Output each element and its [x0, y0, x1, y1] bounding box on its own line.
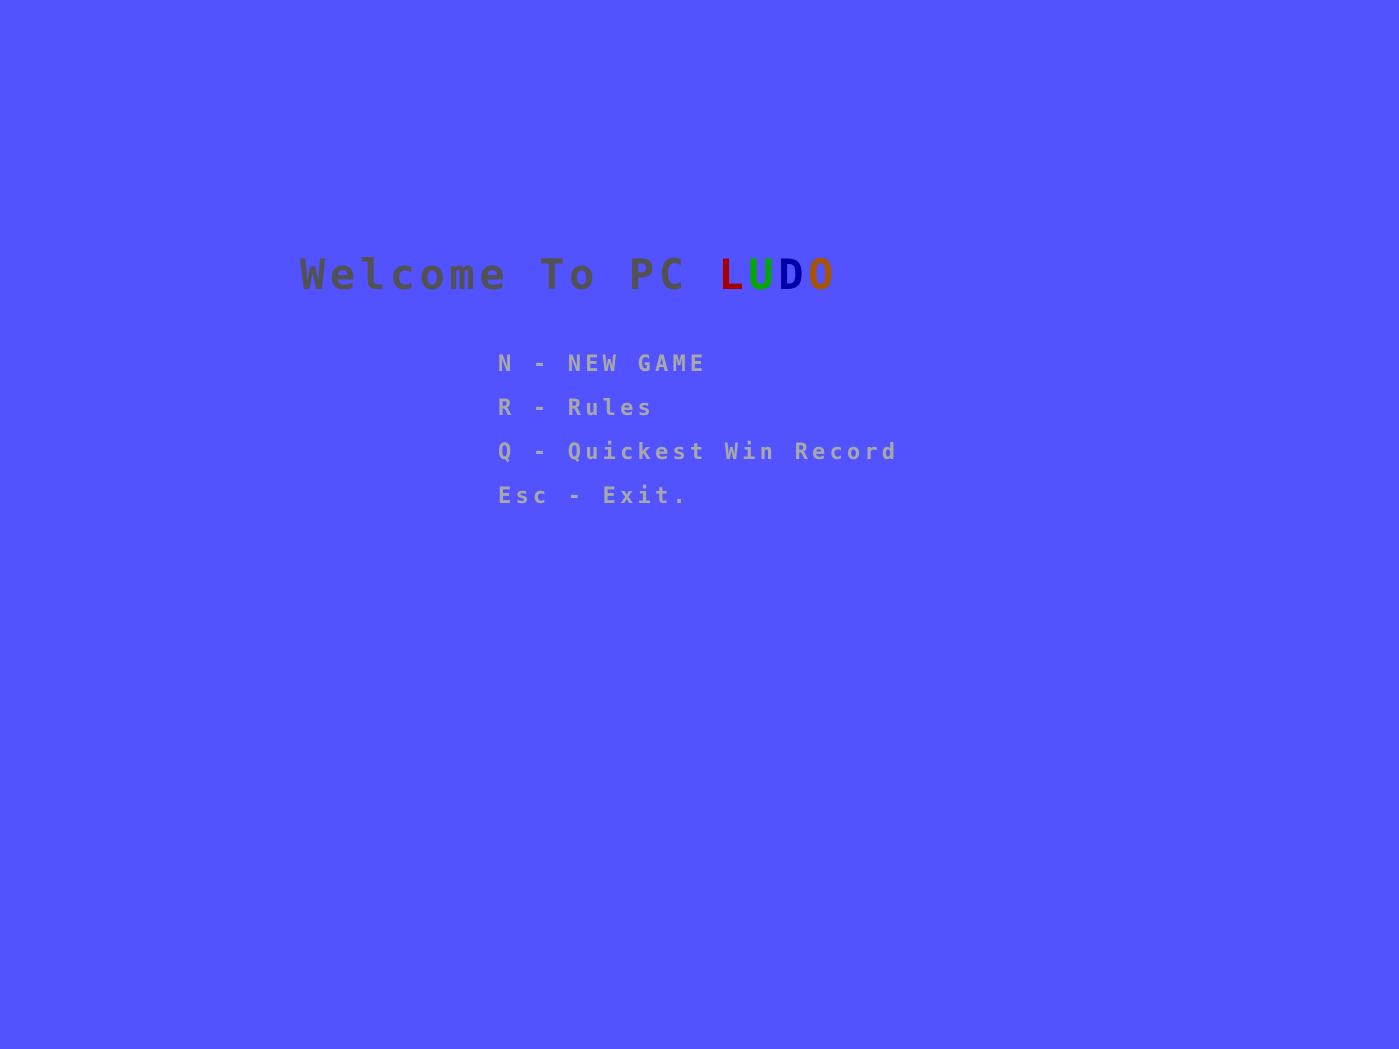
- welcome-title: Welcome To PC LUDO: [300, 250, 838, 300]
- main-menu: N - NEW GAME R - Rules Q - Quickest Win …: [498, 350, 899, 526]
- menu-item-rules[interactable]: R - Rules: [498, 394, 899, 438]
- menu-item-exit[interactable]: Esc - Exit.: [498, 482, 899, 526]
- menu-item-new-game[interactable]: N - NEW GAME: [498, 350, 899, 394]
- menu-item-quickest-win-record[interactable]: Q - Quickest Win Record: [498, 438, 899, 482]
- title-prefix: Welcome To PC: [300, 250, 719, 299]
- ludo-letter-u: U: [748, 250, 779, 299]
- ludo-letter-l: L: [718, 250, 749, 299]
- ludo-letter-d: D: [778, 250, 809, 299]
- ludo-letter-o: O: [808, 250, 838, 299]
